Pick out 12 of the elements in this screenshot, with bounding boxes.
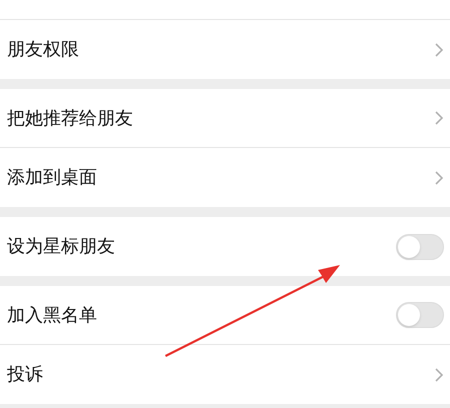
row-label: 添加到桌面 [7, 166, 97, 190]
chevron-icon [434, 366, 444, 382]
toggle-switch[interactable] [396, 302, 444, 328]
row-label: 把她推荐给朋友 [7, 106, 133, 130]
toggle-switch[interactable] [396, 234, 444, 260]
row-label: 朋友权限 [7, 38, 79, 62]
row-label: 投诉 [7, 363, 43, 387]
row-label: 加入黑名单 [7, 304, 97, 328]
chevron-icon [434, 110, 444, 126]
chevron-icon [434, 42, 444, 58]
row-label: 设为星标朋友 [7, 235, 115, 259]
chevron-icon [434, 170, 444, 186]
